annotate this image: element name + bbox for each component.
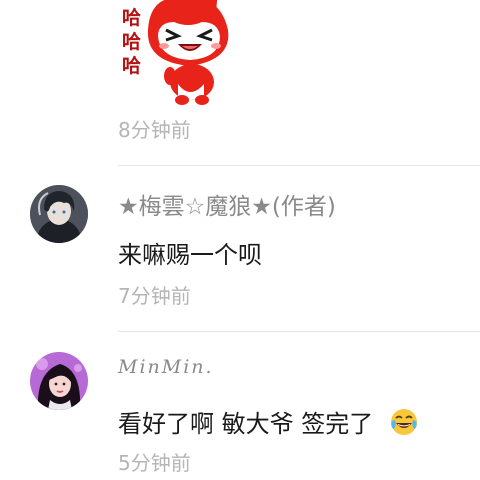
comment-timestamp: 8分钟前: [118, 118, 191, 142]
comment-username[interactable]: MinMin.: [118, 356, 214, 378]
comment-content: 来嘛赐一个呗: [118, 241, 262, 269]
laughing-fox-icon: [147, 0, 229, 105]
avatar-dark-haired-boy-icon: [30, 185, 88, 243]
fox-sticker-image: 哈 哈 哈: [118, 0, 236, 106]
comment-list: 哈 哈 哈 8分钟前 ★梅雲☆魔狼★(作者) 来嘛赐一个呗 7分钟前 MinMi…: [0, 0, 480, 480]
tears-of-joy-emoji-icon: [389, 407, 419, 443]
comment-content: 看好了啊 敏大爷 签完了: [118, 404, 419, 443]
comment-username[interactable]: ★梅雲☆魔狼★(作者): [118, 187, 336, 221]
user-avatar[interactable]: [30, 352, 88, 410]
avatar-girl-icon: [30, 352, 88, 410]
comment-timestamp: 7分钟前: [118, 284, 191, 308]
user-avatar[interactable]: [30, 185, 88, 243]
comment-divider: [118, 165, 480, 166]
comment-divider: [118, 331, 480, 332]
comment-timestamp: 5分钟前: [118, 451, 191, 475]
comment-text: 看好了啊 敏大爷 签完了: [118, 410, 374, 438]
